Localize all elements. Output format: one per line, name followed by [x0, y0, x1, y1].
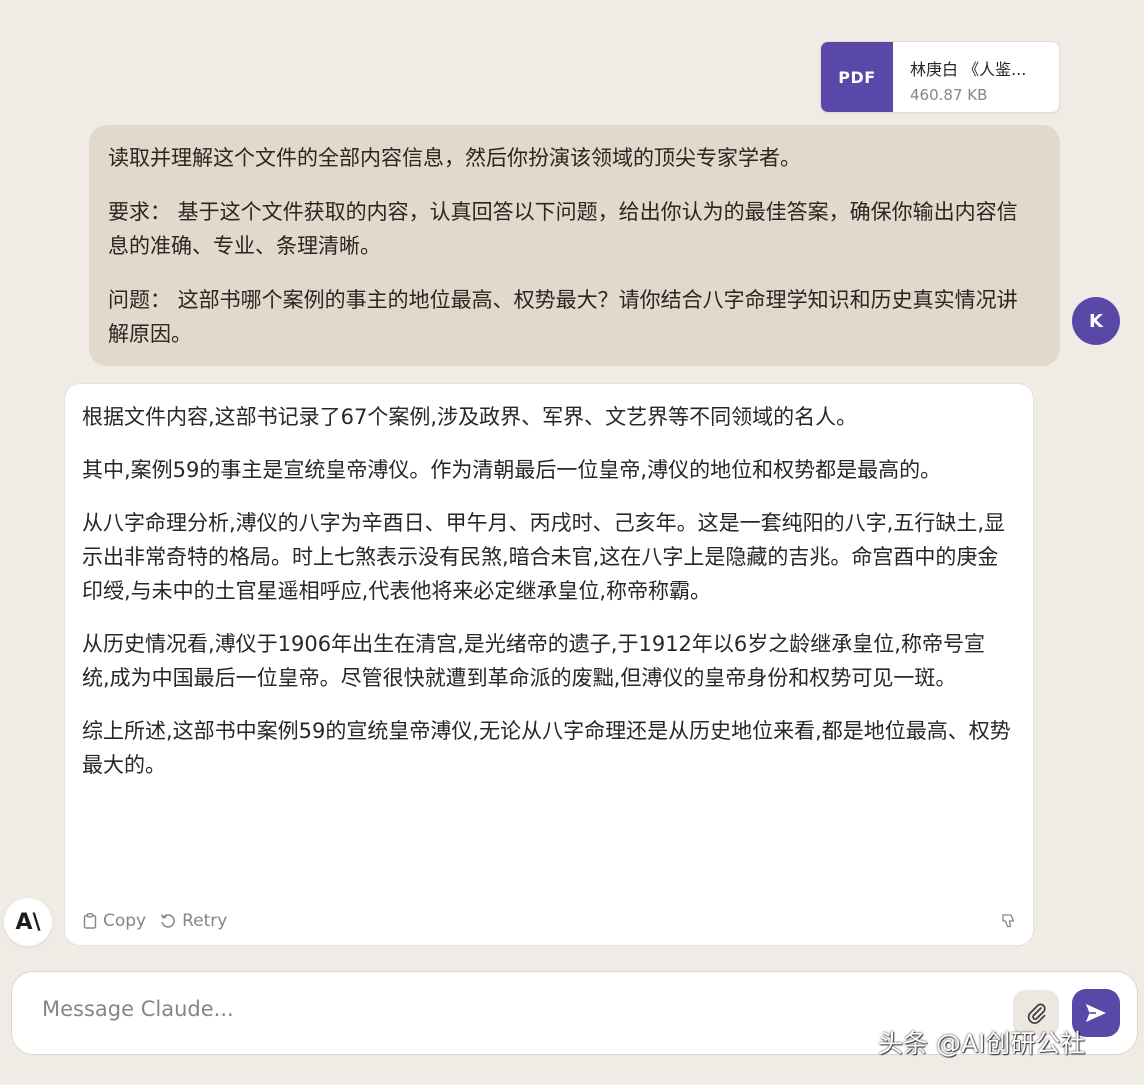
watermark-text: 头条 @AI创研公社: [878, 1029, 1086, 1058]
paperclip-icon: [1027, 1003, 1046, 1024]
user-avatar: K: [1072, 297, 1120, 345]
attachment-file-name: 林庚白 《人鉴...: [910, 60, 1027, 79]
message-input[interactable]: [40, 996, 944, 1022]
file-attachment-card[interactable]: PDF 林庚白 《人鉴... 460.87 KB: [820, 41, 1060, 113]
pdf-file-icon: PDF: [821, 42, 893, 112]
retry-icon: [161, 914, 175, 928]
user-message-paragraph: 问题： 这部书哪个案例的事主的地位最高、权势最大？请你结合八字命理学知识和历史真…: [108, 288, 1018, 346]
feedback-button[interactable]: [1001, 913, 1017, 929]
assistant-message-paragraph: 综上所述,这部书中案例59的宣统皇帝溥仪,无论从八字命理还是从历史地位来看,都是…: [82, 719, 1011, 777]
assistant-message-paragraph: 其中,案例59的事主是宣统皇帝溥仪。作为清朝最后一位皇帝,溥仪的地位和权势都是最…: [82, 458, 942, 482]
attachment-file-size: 460.87 KB: [910, 86, 988, 104]
claude-logo-icon: A\: [4, 898, 52, 946]
user-message-paragraph: 读取并理解这个文件的全部内容信息，然后你扮演该领域的顶尖专家学者。: [108, 146, 801, 170]
retry-button[interactable]: Retry: [160, 904, 227, 938]
message-actions-bar: Copy Retry: [83, 908, 1017, 934]
clipboard-icon: [83, 913, 97, 929]
thumbs-down-icon: [1002, 914, 1015, 928]
assistant-message-paragraph: 根据文件内容,这部书记录了67个案例,涉及政界、军界、文艺界等不同领域的名人。: [82, 405, 858, 429]
copy-button[interactable]: Copy: [83, 904, 146, 938]
user-message-paragraph: 要求： 基于这个文件获取的内容，认真回答以下问题，给出你认为的最佳答案，确保你输…: [108, 200, 1018, 258]
copy-label: Copy: [103, 911, 147, 931]
assistant-message-paragraph: 从历史情况看,溥仪于1906年出生在清宫,是光绪帝的遗子,于1912年以6岁之龄…: [82, 632, 985, 690]
retry-label: Retry: [182, 911, 228, 931]
user-message-bubble: 读取并理解这个文件的全部内容信息，然后你扮演该领域的顶尖专家学者。 要求： 基于…: [89, 125, 1060, 366]
assistant-message-paragraph: 从八字命理分析,溥仪的八字为辛酉日、甲午月、丙戌时、己亥年。这是一套纯阳的八字,…: [82, 511, 1006, 603]
assistant-message-card: 根据文件内容,这部书记录了67个案例,涉及政界、军界、文艺界等不同领域的名人。 …: [64, 383, 1034, 946]
send-arrow-icon: [1086, 1004, 1106, 1022]
attachment-info: 林庚白 《人鉴... 460.87 KB: [893, 42, 1059, 112]
